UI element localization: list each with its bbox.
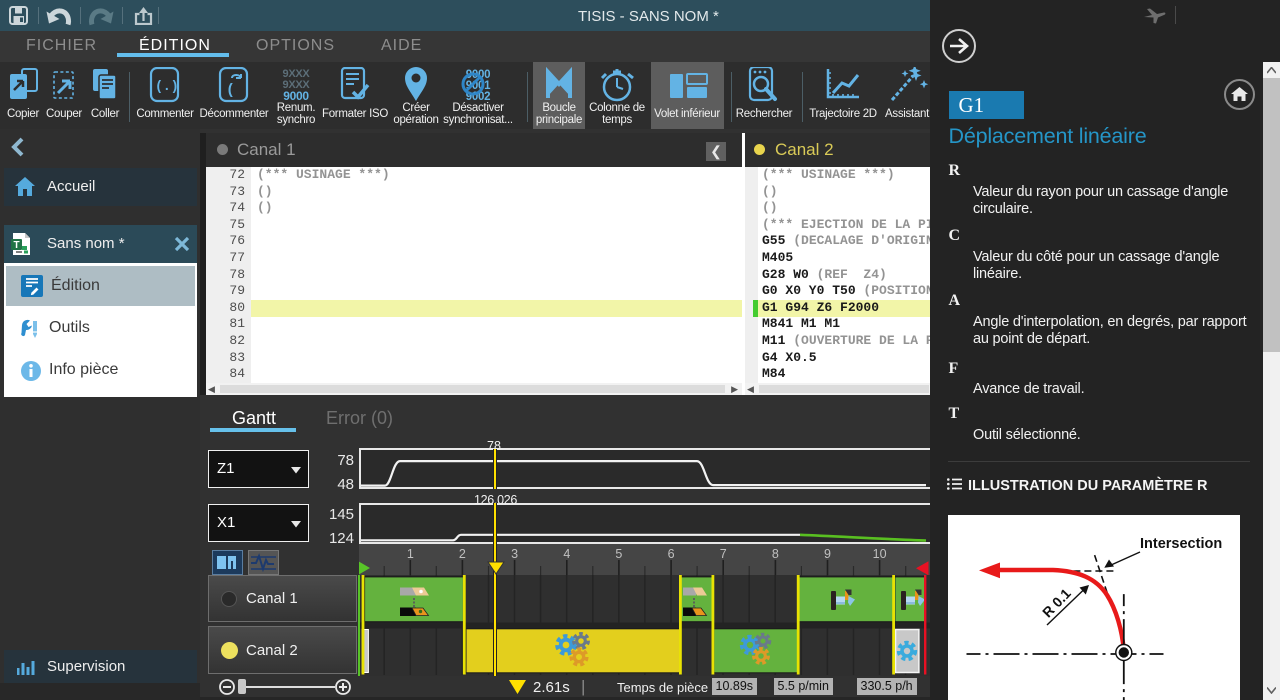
svg-text:1: 1 [407,547,414,561]
svg-text:6: 6 [668,547,675,561]
svg-text:10: 10 [873,547,887,561]
svg-text:5: 5 [615,547,622,561]
svg-text:8: 8 [772,547,779,561]
svg-text:4: 4 [563,547,570,561]
svg-text:3: 3 [511,547,518,561]
svg-text:7: 7 [720,547,727,561]
svg-text:T: T [13,240,19,251]
svg-text:(.): (.) [155,80,178,95]
svg-text:2: 2 [459,547,466,561]
svg-text:9: 9 [824,547,831,561]
svg-text:(: ( [226,82,235,99]
svg-text:Intersection: Intersection [1140,536,1222,552]
